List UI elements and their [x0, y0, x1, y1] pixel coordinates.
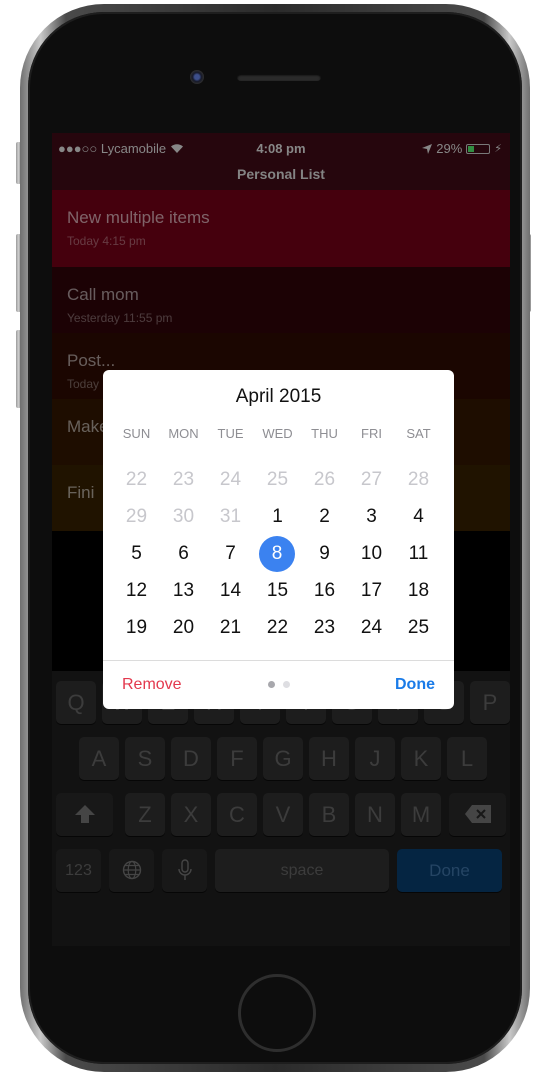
- done-button[interactable]: Done: [395, 676, 435, 694]
- day-cell[interactable]: 6: [160, 536, 207, 572]
- earpiece-speaker: [237, 74, 321, 81]
- day-cell[interactable]: 18: [395, 573, 442, 609]
- weekday-label: MON: [168, 426, 199, 441]
- day-cell[interactable]: 25: [254, 462, 301, 498]
- day-cell[interactable]: 4: [395, 499, 442, 535]
- day-cell[interactable]: 23: [160, 462, 207, 498]
- weekday-label: SUN: [122, 426, 151, 441]
- day-cell[interactable]: 29: [113, 499, 160, 535]
- day-cell[interactable]: 24: [207, 462, 254, 498]
- day-cell[interactable]: 3: [348, 499, 395, 535]
- selected-day-cell[interactable]: 8: [254, 536, 301, 572]
- home-button[interactable]: [238, 974, 316, 1052]
- day-cell[interactable]: 20: [160, 610, 207, 646]
- day-cell[interactable]: 23: [301, 610, 348, 646]
- day-cell[interactable]: 13: [160, 573, 207, 609]
- day-cell[interactable]: 14: [207, 573, 254, 609]
- selected-day-highlight: 8: [259, 536, 295, 572]
- month-label: April 2015: [235, 386, 322, 407]
- day-cell[interactable]: 5: [113, 536, 160, 572]
- date-picker-popup: April 2015 SUN MON TUE WED THU FRI SAT 22 23 24 2…: [103, 370, 454, 709]
- day-cell[interactable]: 22: [254, 610, 301, 646]
- page-dot: [282, 681, 290, 688]
- day-cell[interactable]: 22: [113, 462, 160, 498]
- day-cell[interactable]: 28: [395, 462, 442, 498]
- day-cell[interactable]: 21: [207, 610, 254, 646]
- popup-divider: [103, 660, 454, 661]
- weekday-label: FRI: [361, 426, 382, 441]
- day-cell[interactable]: 1: [254, 499, 301, 535]
- day-cell[interactable]: 9: [301, 536, 348, 572]
- day-cell[interactable]: 25: [395, 610, 442, 646]
- weekday-label: SAT: [406, 426, 431, 441]
- day-cell[interactable]: 7: [207, 536, 254, 572]
- front-camera: [190, 70, 204, 84]
- day-cell[interactable]: 27: [348, 462, 395, 498]
- day-cell[interactable]: 12: [113, 573, 160, 609]
- day-cell[interactable]: 16: [301, 573, 348, 609]
- page-dot: [267, 681, 275, 688]
- day-cell[interactable]: 24: [348, 610, 395, 646]
- day-cell[interactable]: 26: [301, 462, 348, 498]
- day-cell[interactable]: 19: [113, 610, 160, 646]
- day-cell[interactable]: 17: [348, 573, 395, 609]
- weekday-label: TUE: [217, 426, 244, 441]
- day-cell[interactable]: 10: [348, 536, 395, 572]
- day-cell[interactable]: 15: [254, 573, 301, 609]
- day-cell[interactable]: 30: [160, 499, 207, 535]
- weekday-label: WED: [262, 426, 293, 441]
- day-cell[interactable]: 2: [301, 499, 348, 535]
- day-cell[interactable]: 11: [395, 536, 442, 572]
- day-cell[interactable]: 31: [207, 499, 254, 535]
- weekday-label: THU: [311, 426, 338, 441]
